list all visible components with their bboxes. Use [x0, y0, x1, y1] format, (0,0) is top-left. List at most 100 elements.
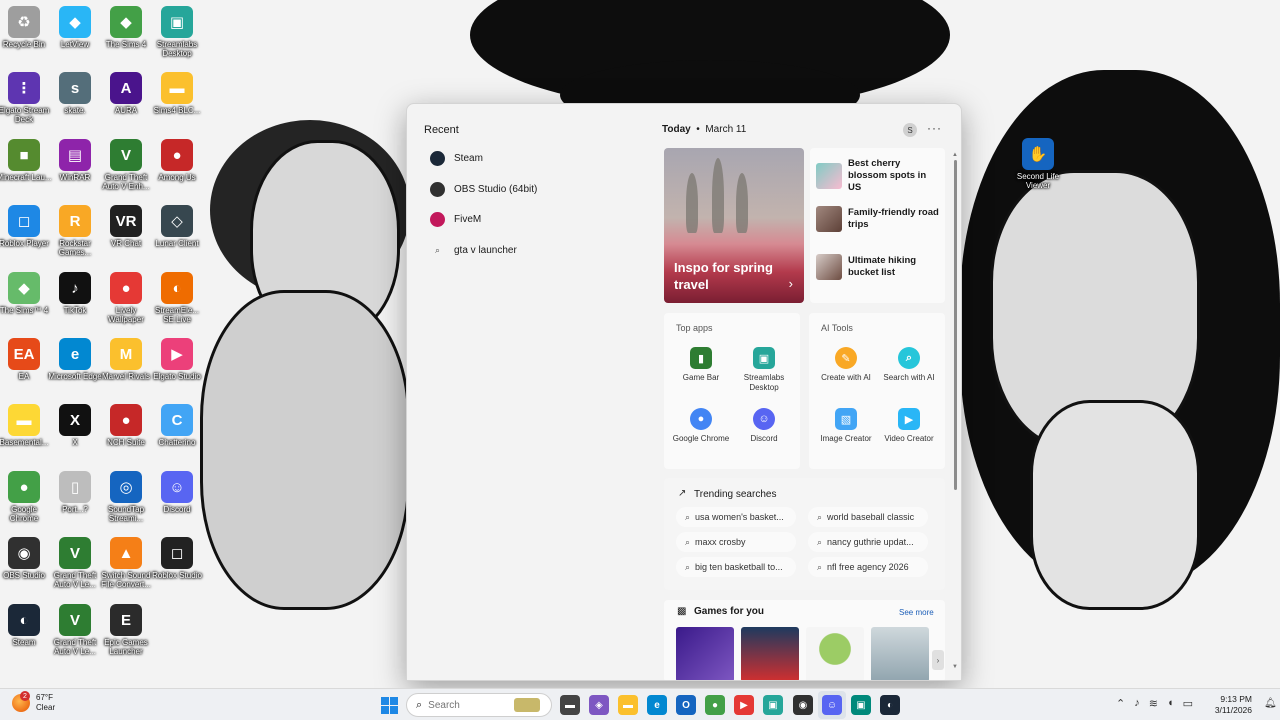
desktop-icon[interactable]: ◎ SoundTap Streami...: [98, 471, 154, 523]
ai-image-creator[interactable]: ▧ Image Creator: [815, 408, 877, 444]
desktop-icon[interactable]: ◐ StreamEle... SE.Live: [149, 272, 205, 324]
desktop-icon[interactable]: e Microsoft Edge: [47, 338, 103, 381]
trending-pill[interactable]: ⌕ nfl free agency 2026: [808, 557, 928, 577]
desktop-icon[interactable]: s skate.: [47, 72, 103, 115]
app-discord[interactable]: ☺ Discord: [733, 408, 795, 444]
desktop-icon[interactable]: A AURA: [98, 72, 154, 115]
chevron-up-icon[interactable]: ⌃: [1116, 697, 1125, 710]
taskbar-youtube-icon[interactable]: ▶: [734, 695, 754, 715]
ai-video-creator[interactable]: ▶ Video Creator: [878, 408, 940, 444]
desktop-icon[interactable]: ⋮ Elgato Stream Deck: [0, 72, 52, 124]
trending-pill[interactable]: ⌕ world baseball classic: [808, 507, 928, 527]
desktop-icon[interactable]: V Grand Theft Auto V Le...: [47, 604, 103, 656]
desktop-icon[interactable]: ▶ Elgato Studio: [149, 338, 205, 381]
more-options-button[interactable]: ···: [927, 121, 942, 135]
recent-item[interactable]: FiveM: [424, 207, 644, 231]
flyout-scrollbar[interactable]: ▲ ▼: [952, 152, 958, 672]
recent-item[interactable]: ⌕ gta v launcher: [424, 238, 644, 262]
desktop-icon[interactable]: ● NCH Suite: [98, 404, 154, 447]
scrollbar-thumb[interactable]: [954, 160, 957, 490]
desktop-icon[interactable]: V Grand Theft Auto V Enh...: [98, 139, 154, 191]
weather-widget[interactable]: 2 67°F Clear: [12, 691, 55, 713]
desktop-icon[interactable]: ☺ Discord: [149, 471, 205, 514]
trending-text: world baseball classic: [827, 512, 915, 522]
news-item[interactable]: Best cherry blossom spots in US: [816, 158, 941, 194]
recent-item[interactable]: Steam: [424, 146, 644, 170]
desktop-icon[interactable]: ● Google Chrome: [0, 471, 52, 523]
desktop-icon[interactable]: ◉ OBS Studio: [0, 537, 52, 580]
desktop-icon[interactable]: M Marvel Rivals: [98, 338, 154, 381]
trending-pill[interactable]: ⌕ usa women's basket...: [676, 507, 796, 527]
start-button[interactable]: [381, 697, 398, 714]
trending-pill[interactable]: ⌕ nancy guthrie updat...: [808, 532, 928, 552]
desktop-icon[interactable]: ▲ Switch Sound File Convert...: [98, 537, 154, 589]
news-item[interactable]: Family-friendly road trips: [816, 206, 941, 232]
taskbar-streamlabs-icon[interactable]: ▣: [763, 695, 783, 715]
ai-create[interactable]: ✎ Create with AI: [815, 347, 877, 383]
desktop-icon[interactable]: ● Lively Wallpaper: [98, 272, 154, 324]
ai-search[interactable]: ⌕ Search with AI: [878, 347, 940, 383]
speaker-icon[interactable]: ◖: [1167, 697, 1174, 710]
taskbar-streamlabs-2-icon[interactable]: ▣: [851, 695, 871, 715]
see-more-link[interactable]: See more: [899, 608, 934, 617]
scroll-up-icon[interactable]: ▲: [952, 152, 958, 158]
clock[interactable]: 9:13 PM 3/11/2026: [1208, 694, 1252, 716]
game-tile[interactable]: [806, 627, 864, 680]
desktop-icon[interactable]: VR VR Chat: [98, 205, 154, 248]
taskbar-obs-icon[interactable]: ◉: [793, 695, 813, 715]
app-streamlabs[interactable]: ▣ Streamlabs Desktop: [733, 347, 795, 393]
desktop-icon[interactable]: ♪ TikTok: [47, 272, 103, 315]
game-tile[interactable]: [676, 627, 734, 680]
taskbar-copilot-icon[interactable]: ◈: [589, 695, 609, 715]
notification-bell-icon[interactable]: 🔔︎: [1264, 698, 1277, 709]
microphone-icon[interactable]: ♪: [1134, 697, 1140, 710]
desktop-icon[interactable]: ▯ Port...?: [47, 471, 103, 514]
taskbar-search-box[interactable]: ⌕: [406, 693, 552, 717]
desktop-icon[interactable]: ◆ The Sims™ 4: [0, 272, 52, 315]
desktop-icon[interactable]: ◻ Roblox Player: [0, 205, 52, 248]
desktop-icon[interactable]: ◇ Lunar Client: [149, 205, 205, 248]
taskbar-outlook-icon[interactable]: O: [676, 695, 696, 715]
top-apps-card: Top apps ▮ Game Bar ▣ Streamlabs Desktop…: [664, 313, 800, 469]
desktop-icon[interactable]: ■ Minecraft Lau...: [0, 139, 52, 182]
desktop-icon[interactable]: ▬ Basemental...: [0, 404, 52, 447]
taskbar-chrome-icon[interactable]: ●: [705, 695, 725, 715]
taskbar-folder-icon[interactable]: ▬: [618, 695, 638, 715]
taskbar-file-explorer-icon[interactable]: ▬: [560, 695, 580, 715]
battery-icon[interactable]: ▭: [1183, 697, 1193, 710]
recent-item[interactable]: OBS Studio (64bit): [424, 177, 644, 201]
desktop-icon[interactable]: V Grand Theft Auto V Le...: [47, 537, 103, 589]
chevron-right-icon[interactable]: ›: [932, 650, 944, 670]
desktop-icon[interactable]: ● Among Us: [149, 139, 205, 182]
taskbar-edge-icon[interactable]: e: [647, 695, 667, 715]
desktop-icon[interactable]: XX: [47, 404, 103, 447]
app-chrome[interactable]: ● Google Chrome: [670, 408, 732, 444]
desktop-icon[interactable]: ▤ WinRAR: [47, 139, 103, 182]
desktop-icon[interactable]: ◻ Roblox Studio: [149, 537, 205, 580]
desktop-icon[interactable]: ◐ Steam: [0, 604, 52, 647]
desktop-icon[interactable]: ✋ Second Life Viewer: [1010, 138, 1066, 190]
desktop-icon[interactable]: ◆ LetView: [47, 6, 103, 49]
account-avatar[interactable]: S: [903, 123, 917, 137]
desktop-icon[interactable]: E Epic Games Launcher: [98, 604, 154, 656]
taskbar-search-input[interactable]: [428, 699, 509, 711]
trending-pill[interactable]: ⌕ big ten basketball to...: [676, 557, 796, 577]
app-game-bar[interactable]: ▮ Game Bar: [670, 347, 732, 383]
game-tile[interactable]: [741, 627, 799, 680]
desktop-icon[interactable]: ♻ Recycle Bin: [0, 6, 52, 49]
taskbar-steam-icon[interactable]: ◐: [880, 695, 900, 715]
desktop-icon[interactable]: R Rockstar Games...: [47, 205, 103, 257]
desktop-icon[interactable]: C Chatterino: [149, 404, 205, 447]
scroll-down-icon[interactable]: ▼: [952, 664, 958, 670]
desktop-icon[interactable]: ▬ Sims4 BLC...: [149, 72, 205, 115]
trending-pill[interactable]: ⌕ maxx crosby: [676, 532, 796, 552]
desktop-icon[interactable]: ◆ The Sims 4: [98, 6, 154, 49]
hero-card[interactable]: Inspo for spring travel ›: [664, 148, 804, 303]
desktop-icon-label: Switch Sound File Convert...: [101, 571, 151, 589]
desktop-icon[interactable]: EA EA: [0, 338, 52, 381]
wifi-icon[interactable]: ≋: [1149, 697, 1158, 710]
news-item[interactable]: Ultimate hiking bucket list: [816, 254, 941, 280]
taskbar-discord-icon[interactable]: ☺: [822, 695, 842, 715]
desktop-icon[interactable]: ▣ Streamlabs Desktop: [149, 6, 205, 58]
game-tile[interactable]: [871, 627, 929, 680]
